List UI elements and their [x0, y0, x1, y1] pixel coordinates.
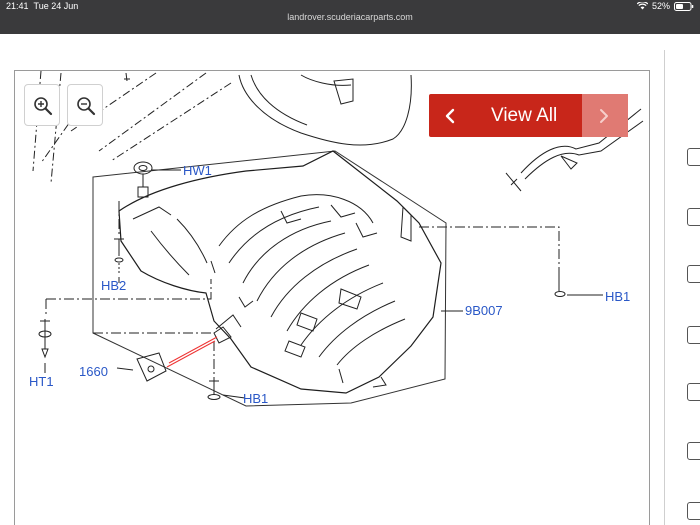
- part-checkbox[interactable]: [687, 442, 700, 460]
- part-checkbox[interactable]: [687, 383, 700, 401]
- view-all-button[interactable]: View All: [491, 105, 557, 127]
- parts-diagram-frame: HW1 HB2 HT1 1660 HB1 9B007 HB1: [14, 70, 650, 525]
- status-bar: 21:41 Tue 24 Jun 52% landrover.scuderiac…: [0, 0, 700, 34]
- chevron-right-icon: [600, 109, 608, 123]
- status-indicators: 52%: [636, 1, 694, 11]
- part-checkbox[interactable]: [687, 326, 700, 344]
- address-bar-url[interactable]: landrover.scuderiacarparts.com: [0, 12, 700, 22]
- callout-1660[interactable]: 1660: [79, 365, 108, 378]
- view-all-next-button[interactable]: [582, 94, 628, 137]
- zoom-in-button[interactable]: [24, 84, 60, 126]
- zoom-in-icon: [34, 97, 53, 116]
- zoom-out-icon: [77, 97, 96, 116]
- callout-ht1[interactable]: HT1: [29, 375, 54, 388]
- status-date: Tue 24 Jun: [33, 1, 79, 11]
- callout-9b007[interactable]: 9B007: [465, 304, 503, 317]
- part-checkbox[interactable]: [687, 208, 700, 226]
- view-all-prev-button[interactable]: [429, 94, 479, 137]
- callout-hb1-bottom[interactable]: HB1: [243, 392, 268, 405]
- battery-percent: 52%: [651, 1, 670, 11]
- part-checkbox[interactable]: [687, 148, 700, 166]
- view-all-bar: View All: [429, 94, 628, 137]
- battery-icon: [674, 1, 694, 11]
- part-checkbox[interactable]: [687, 265, 700, 283]
- parts-list-panel: [664, 50, 700, 525]
- status-clock: 21:41: [6, 1, 29, 11]
- parts-diagram: [32, 71, 644, 407]
- wifi-icon: [636, 2, 648, 10]
- status-time: 21:41 Tue 24 Jun: [6, 1, 78, 11]
- callout-hb1-right[interactable]: HB1: [605, 290, 630, 303]
- part-checkbox[interactable]: [687, 502, 700, 520]
- callout-hb2[interactable]: HB2: [101, 279, 126, 292]
- callout-hw1[interactable]: HW1: [183, 164, 212, 177]
- zoom-out-button[interactable]: [67, 84, 103, 126]
- chevron-left-icon: [445, 108, 455, 124]
